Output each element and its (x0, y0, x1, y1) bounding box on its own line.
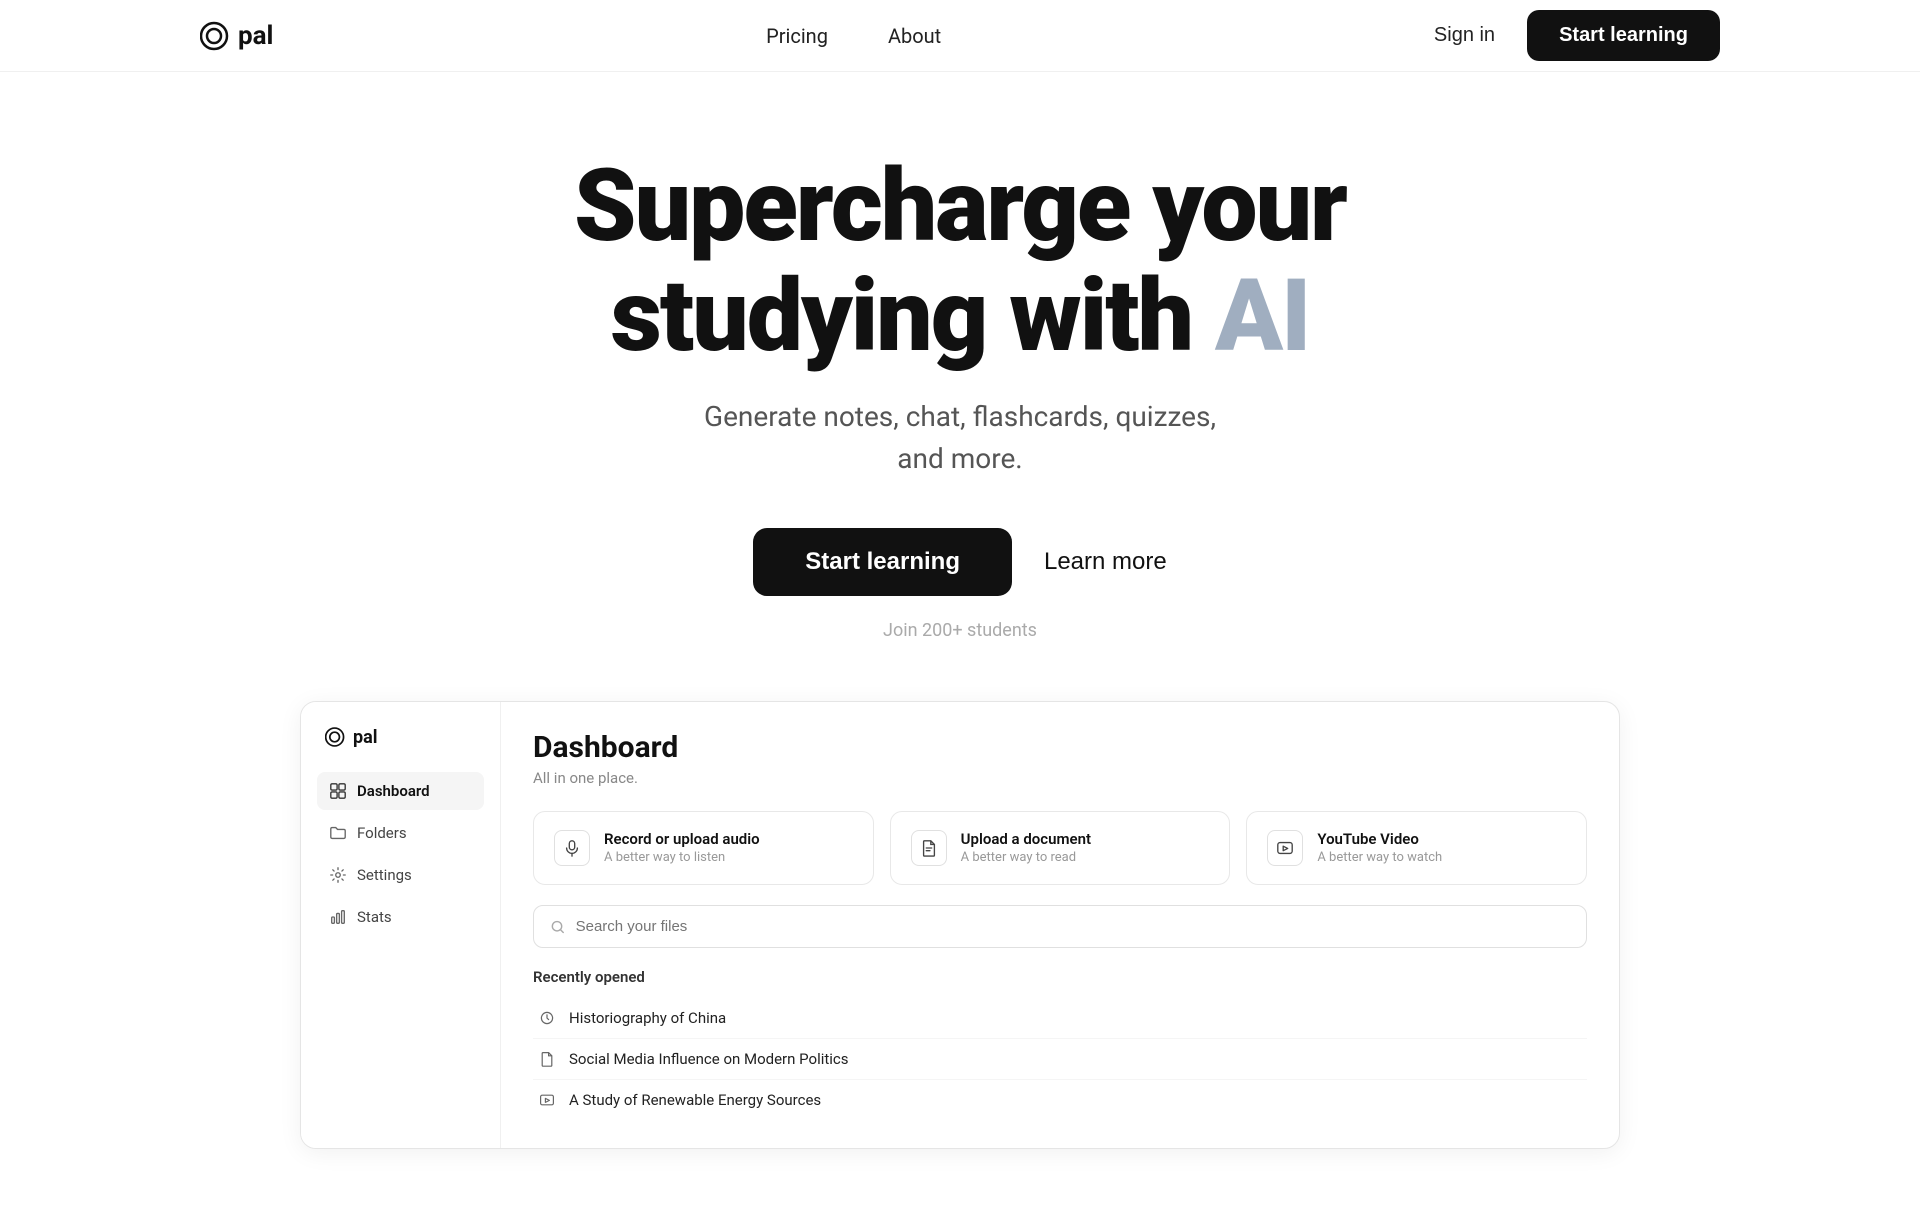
dashboard-icon (329, 782, 347, 800)
sidebar-item-settings-label: Settings (357, 866, 412, 884)
sidebar: pal Dashboard Folders (301, 702, 501, 1148)
dashboard-subtitle: All in one place. (533, 769, 1587, 787)
hero-start-learning-button[interactable]: Start learning (753, 528, 1012, 596)
recent-item-2-label: A Study of Renewable Energy Sources (569, 1091, 821, 1109)
recent-item-1[interactable]: Social Media Influence on Modern Politic… (533, 1039, 1587, 1080)
folder-icon (329, 824, 347, 842)
search-bar[interactable] (533, 905, 1587, 948)
settings-icon (329, 866, 347, 884)
search-input[interactable] (576, 918, 1570, 935)
youtube-card-icon-wrap (1267, 830, 1303, 866)
search-icon (550, 919, 566, 935)
recent-item-0-label: Historiography of China (569, 1009, 726, 1027)
logo-icon (200, 20, 232, 52)
recent-item-0-icon (537, 1008, 557, 1028)
nav-logo[interactable]: pal (200, 20, 273, 52)
logo-text: pal (238, 21, 273, 51)
audio-card-title: Record or upload audio (604, 830, 760, 848)
stats-icon (329, 908, 347, 926)
audio-card-text: Record or upload audio A better way to l… (604, 830, 760, 865)
sidebar-item-folders-label: Folders (357, 824, 407, 842)
youtube-icon (1276, 839, 1294, 857)
nav-center: Pricing About (766, 24, 941, 48)
hero-subtitle: Generate notes, chat, flashcards, quizze… (704, 396, 1216, 480)
dashboard-preview: pal Dashboard Folders (0, 681, 1920, 1209)
main-content: Dashboard All in one place. Record or up… (501, 702, 1619, 1148)
microphone-icon (563, 839, 581, 857)
youtube-card-title: YouTube Video (1317, 830, 1442, 848)
nav-link-about[interactable]: About (888, 24, 941, 48)
recently-opened-section: Recently opened Historiography of China (533, 968, 1587, 1120)
dashboard-title: Dashboard (533, 730, 1587, 765)
recent-item-1-icon (537, 1049, 557, 1069)
youtube-card-subtitle: A better way to watch (1317, 850, 1442, 865)
hero-title-your: your (1129, 148, 1346, 265)
dashboard-container: pal Dashboard Folders (300, 701, 1620, 1149)
hero-title-supercharge: Supercharge (574, 148, 1129, 265)
sidebar-item-stats[interactable]: Stats (317, 898, 484, 936)
hero-title: Supercharge your studying with AI (574, 152, 1346, 372)
document-card-text: Upload a document A better way to read (961, 830, 1091, 865)
sidebar-item-folders[interactable]: Folders (317, 814, 484, 852)
upload-card-audio[interactable]: Record or upload audio A better way to l… (533, 811, 874, 885)
upload-card-document[interactable]: Upload a document A better way to read (890, 811, 1231, 885)
hero-title-studying: studying with (611, 258, 1215, 375)
sidebar-item-stats-label: Stats (357, 908, 392, 926)
upload-cards: Record or upload audio A better way to l… (533, 811, 1587, 885)
nav-right: Sign in Start learning (1434, 10, 1720, 61)
navbar: pal Pricing About Sign in Start learning (0, 0, 1920, 72)
hero-section: Supercharge your studying with AI Genera… (0, 72, 1920, 681)
hero-social-proof: Join 200+ students (883, 620, 1037, 641)
hero-learn-more-button[interactable]: Learn more (1044, 548, 1167, 576)
sidebar-logo: pal (317, 726, 484, 748)
sign-in-button[interactable]: Sign in (1434, 24, 1495, 47)
document-card-subtitle: A better way to read (961, 850, 1091, 865)
document-card-title: Upload a document (961, 830, 1091, 848)
nav-link-pricing[interactable]: Pricing (766, 24, 828, 48)
sidebar-item-dashboard[interactable]: Dashboard (317, 772, 484, 810)
hero-title-ai: AI (1215, 258, 1309, 375)
start-learning-nav-button[interactable]: Start learning (1527, 10, 1720, 61)
sidebar-item-settings[interactable]: Settings (317, 856, 484, 894)
hero-buttons: Start learning Learn more (753, 528, 1166, 596)
sidebar-item-dashboard-label: Dashboard (357, 782, 430, 800)
sidebar-logo-text: pal (353, 727, 378, 748)
sidebar-logo-icon (325, 726, 347, 748)
recent-item-0[interactable]: Historiography of China (533, 998, 1587, 1039)
recent-item-2[interactable]: A Study of Renewable Energy Sources (533, 1080, 1587, 1120)
recent-item-2-icon (537, 1090, 557, 1110)
youtube-card-text: YouTube Video A better way to watch (1317, 830, 1442, 865)
hero-subtitle-line2: and more. (897, 442, 1022, 475)
audio-card-subtitle: A better way to listen (604, 850, 760, 865)
audio-card-icon-wrap (554, 830, 590, 866)
document-card-icon-wrap (911, 830, 947, 866)
document-icon (920, 839, 938, 857)
upload-card-youtube[interactable]: YouTube Video A better way to watch (1246, 811, 1587, 885)
recent-item-1-label: Social Media Influence on Modern Politic… (569, 1050, 849, 1068)
hero-subtitle-line1: Generate notes, chat, flashcards, quizze… (704, 400, 1216, 433)
recently-opened-title: Recently opened (533, 968, 1587, 986)
